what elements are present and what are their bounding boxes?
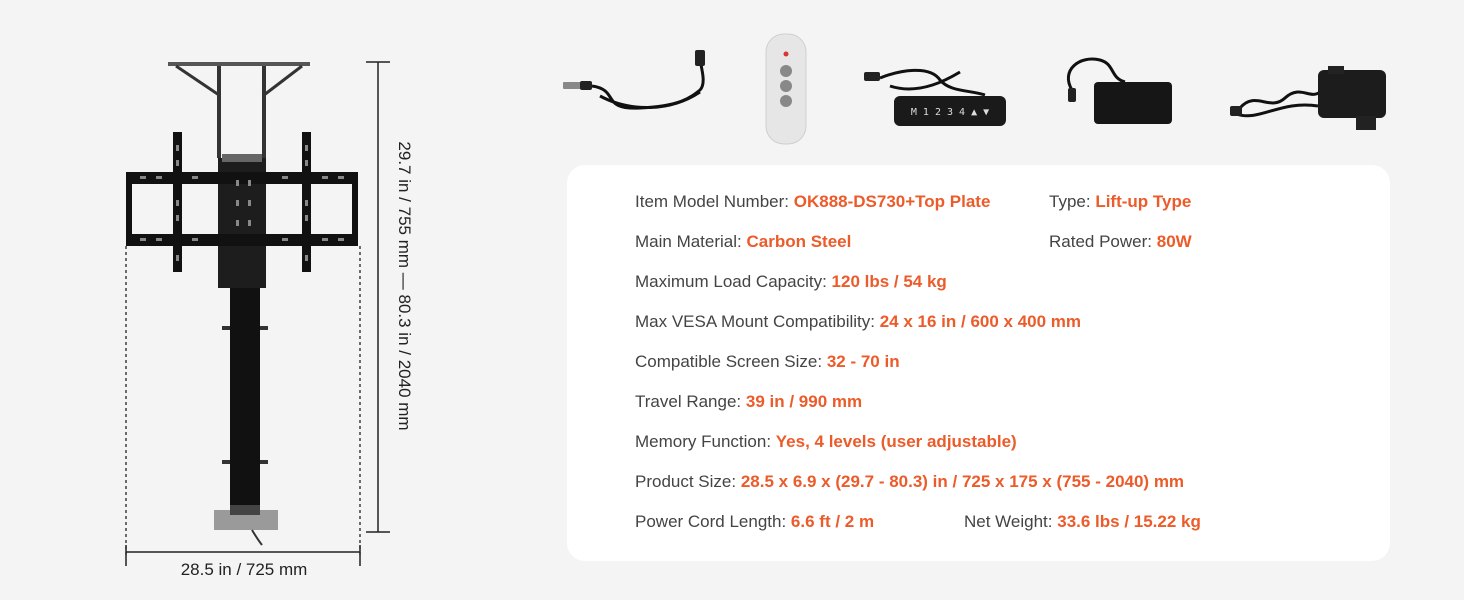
spec-max-load: Maximum Load Capacity: 120 lbs / 54 kg [635, 272, 947, 291]
spec-net-weight: Net Weight: 33.6 lbs / 15.22 kg [964, 512, 1201, 531]
control-keypad-icon: M 1 2 3 4 ▲ ▼ [864, 68, 1006, 126]
spec-screen-size: Compatible Screen Size: 32 - 70 in [635, 352, 900, 371]
accessories-row: M 1 2 3 4 ▲ ▼ [563, 33, 1386, 145]
control-box-icon [1230, 66, 1386, 130]
keypad-buttons-text: M 1 2 3 4 ▲ ▼ [911, 107, 989, 118]
spec-main-material: Main Material: Carbon Steel [635, 232, 852, 251]
top-plate [168, 62, 310, 158]
height-dimension-label: 29.7 in / 755 mm — 80.3 in / 2040 mm [395, 141, 414, 431]
power-adapter-icon [1066, 57, 1172, 124]
spec-type: Type: Lift-up Type [1049, 192, 1192, 211]
spec-memory-function: Memory Function: Yes, 4 levels (user adj… [635, 432, 1017, 451]
spec-travel-range: Travel Range: 39 in / 990 mm [635, 392, 863, 411]
remote-control-icon [765, 33, 807, 145]
spec-model-number: Item Model Number: OK888-DS730+Top Plate [635, 192, 991, 211]
specifications-card: Item Model Number: OK888-DS730+Top Plate… [567, 165, 1390, 561]
spec-rated-power: Rated Power: 80W [1049, 232, 1192, 251]
usb-cable-icon [563, 50, 705, 110]
spec-vesa: Max VESA Mount Compatibility: 24 x 16 in… [635, 312, 1082, 331]
lower-column [222, 288, 268, 510]
spec-power-cord: Power Cord Length: 6.6 ft / 2 m [635, 512, 875, 531]
tv-lift-illustration [125, 61, 390, 566]
base-plate [214, 505, 278, 546]
width-dimension-label: 28.5 in / 725 mm [180, 560, 308, 579]
spec-product-size: Product Size: 28.5 x 6.9 x (29.7 - 80.3)… [635, 472, 1185, 491]
